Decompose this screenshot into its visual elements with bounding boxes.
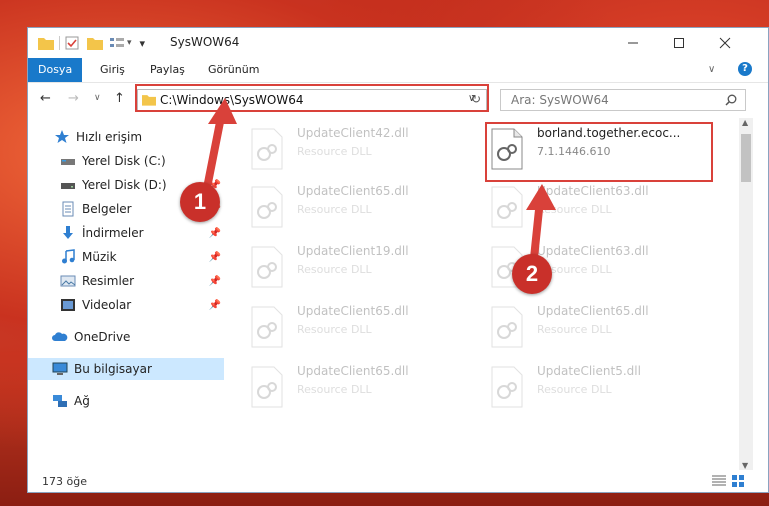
step-badge-2: 2 <box>512 254 552 294</box>
arrow-2 <box>526 184 556 262</box>
step-badge-1: 1 <box>180 182 220 222</box>
annotation-arrows <box>203 98 556 262</box>
arrow-1 <box>203 98 237 192</box>
